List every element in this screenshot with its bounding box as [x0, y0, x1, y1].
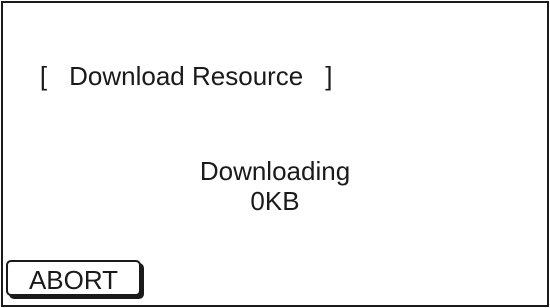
download-status: Downloading 0KB — [3, 156, 547, 216]
title-open-bracket: [ — [39, 61, 48, 91]
abort-button[interactable]: ABORT — [6, 260, 141, 296]
download-resource-screen: [ Download Resource] Downloading 0KB ABOR… — [1, 1, 549, 307]
status-label: Downloading — [199, 156, 351, 186]
downloaded-size: 0KB — [250, 186, 300, 216]
screen-title: [ Download Resource] — [11, 25, 333, 91]
title-close-bracket: ] — [325, 61, 333, 91]
title-text: Download Resource — [69, 61, 304, 91]
